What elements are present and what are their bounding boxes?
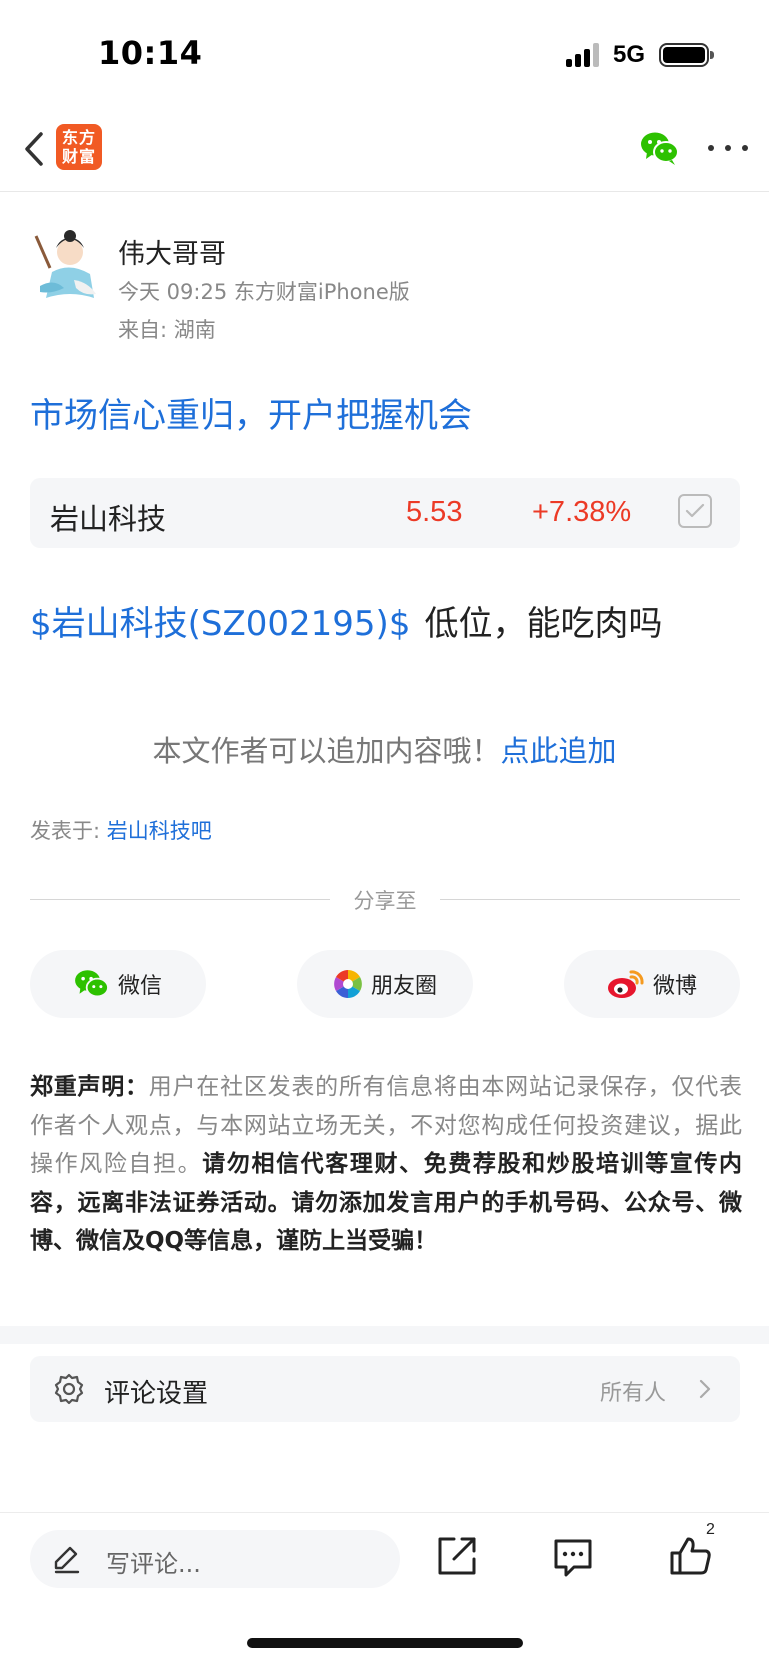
cellular-signal-icon [565, 43, 599, 67]
battery-icon [659, 43, 714, 67]
share-icon[interactable] [434, 1533, 480, 1579]
logo-line2: 财富 [61, 147, 96, 166]
share-wechat-button[interactable]: 微信 [30, 950, 206, 1018]
comment-settings-value: 所有人 [599, 1381, 666, 1406]
add-watchlist-checkbox[interactable] [678, 494, 712, 528]
share-weibo-button[interactable]: 微博 [564, 950, 740, 1018]
status-time: 10:14 [98, 34, 203, 72]
moments-icon [333, 970, 362, 998]
author-location: 来自: 湖南 [118, 318, 216, 342]
post-meta: 今天 09:25 东方财富iPhone版 [118, 280, 410, 304]
check-icon [685, 503, 705, 518]
pencil-icon [54, 1546, 80, 1574]
share-wechat-label: 微信 [117, 974, 162, 999]
share-label: 分享至 [353, 889, 417, 913]
status-icons: 5G [565, 40, 714, 70]
comment-settings-label: 评论设置 [104, 1379, 209, 1409]
more-dots-icon [708, 145, 714, 151]
wechat-icon [641, 132, 679, 165]
share-divider: 分享至 [30, 884, 740, 914]
share-weibo-label: 微博 [652, 974, 697, 999]
avatar-illustration [34, 230, 96, 298]
author-name[interactable]: 伟大哥哥 [118, 232, 226, 271]
stock-name: 岩山科技 [50, 502, 167, 536]
posted-in-label: 发表于: [30, 819, 107, 843]
comment-settings-row[interactable]: 评论设置 所有人 [30, 1356, 740, 1422]
comment-input[interactable]: 写评论... [30, 1530, 400, 1588]
stock-link[interactable]: $岩山科技(SZ002195)$ [30, 604, 410, 644]
append-hint: 本文作者可以追加内容哦！ [152, 734, 501, 768]
post-text: 低位，能吃肉吗 [424, 604, 663, 644]
app-logo[interactable]: 东方 财富 [56, 124, 102, 170]
back-button[interactable] [14, 124, 54, 174]
append-prompt: 本文作者可以追加内容哦！点此追加 [0, 728, 769, 770]
wechat-icon [75, 970, 109, 998]
thumbs-up-icon[interactable] [668, 1533, 714, 1579]
section-separator [0, 1326, 769, 1344]
nav-bar: 东方 财富 [0, 110, 769, 192]
chevron-left-icon [25, 132, 43, 166]
post-title[interactable]: 市场信心重归，开户把握机会 [30, 388, 472, 437]
append-link[interactable]: 点此追加 [501, 734, 617, 768]
stock-change: +7.38% [532, 496, 632, 528]
status-bar: 10:14 5G [0, 0, 769, 110]
share-moments-button[interactable]: 朋友圈 [297, 950, 473, 1018]
disclaimer: 郑重声明：用户在社区发表的所有信息将由本网站记录保存，仅代表作者个人观点，与本网… [30, 1068, 742, 1261]
weibo-icon [607, 970, 644, 998]
posted-in: 发表于: 岩山科技吧 [30, 815, 212, 845]
share-moments-label: 朋友圈 [370, 974, 437, 999]
stock-quote-card[interactable]: 岩山科技 5.53 +7.38% [30, 478, 740, 548]
disclaimer-title: 郑重声明： [30, 1074, 149, 1100]
like-count: 2 [706, 1521, 715, 1538]
home-indicator[interactable] [247, 1638, 523, 1648]
comment-icon[interactable] [550, 1533, 596, 1579]
more-options-button[interactable] [708, 132, 748, 164]
chevron-right-icon [699, 1379, 711, 1399]
stock-bar-link[interactable]: 岩山科技吧 [107, 819, 212, 843]
logo-line1: 东方 [61, 128, 96, 147]
wechat-share-button[interactable] [640, 130, 680, 166]
gear-icon [54, 1373, 84, 1405]
comment-placeholder: 写评论... [106, 1550, 201, 1578]
post-body: $岩山科技(SZ002195)$ 低位，能吃肉吗 [30, 596, 662, 645]
avatar[interactable] [30, 228, 100, 304]
network-type: 5G [612, 41, 645, 68]
stock-price: 5.53 [406, 496, 463, 528]
author-header: 伟大哥哥 今天 09:25 东方财富iPhone版 来自: 湖南 [30, 228, 730, 348]
